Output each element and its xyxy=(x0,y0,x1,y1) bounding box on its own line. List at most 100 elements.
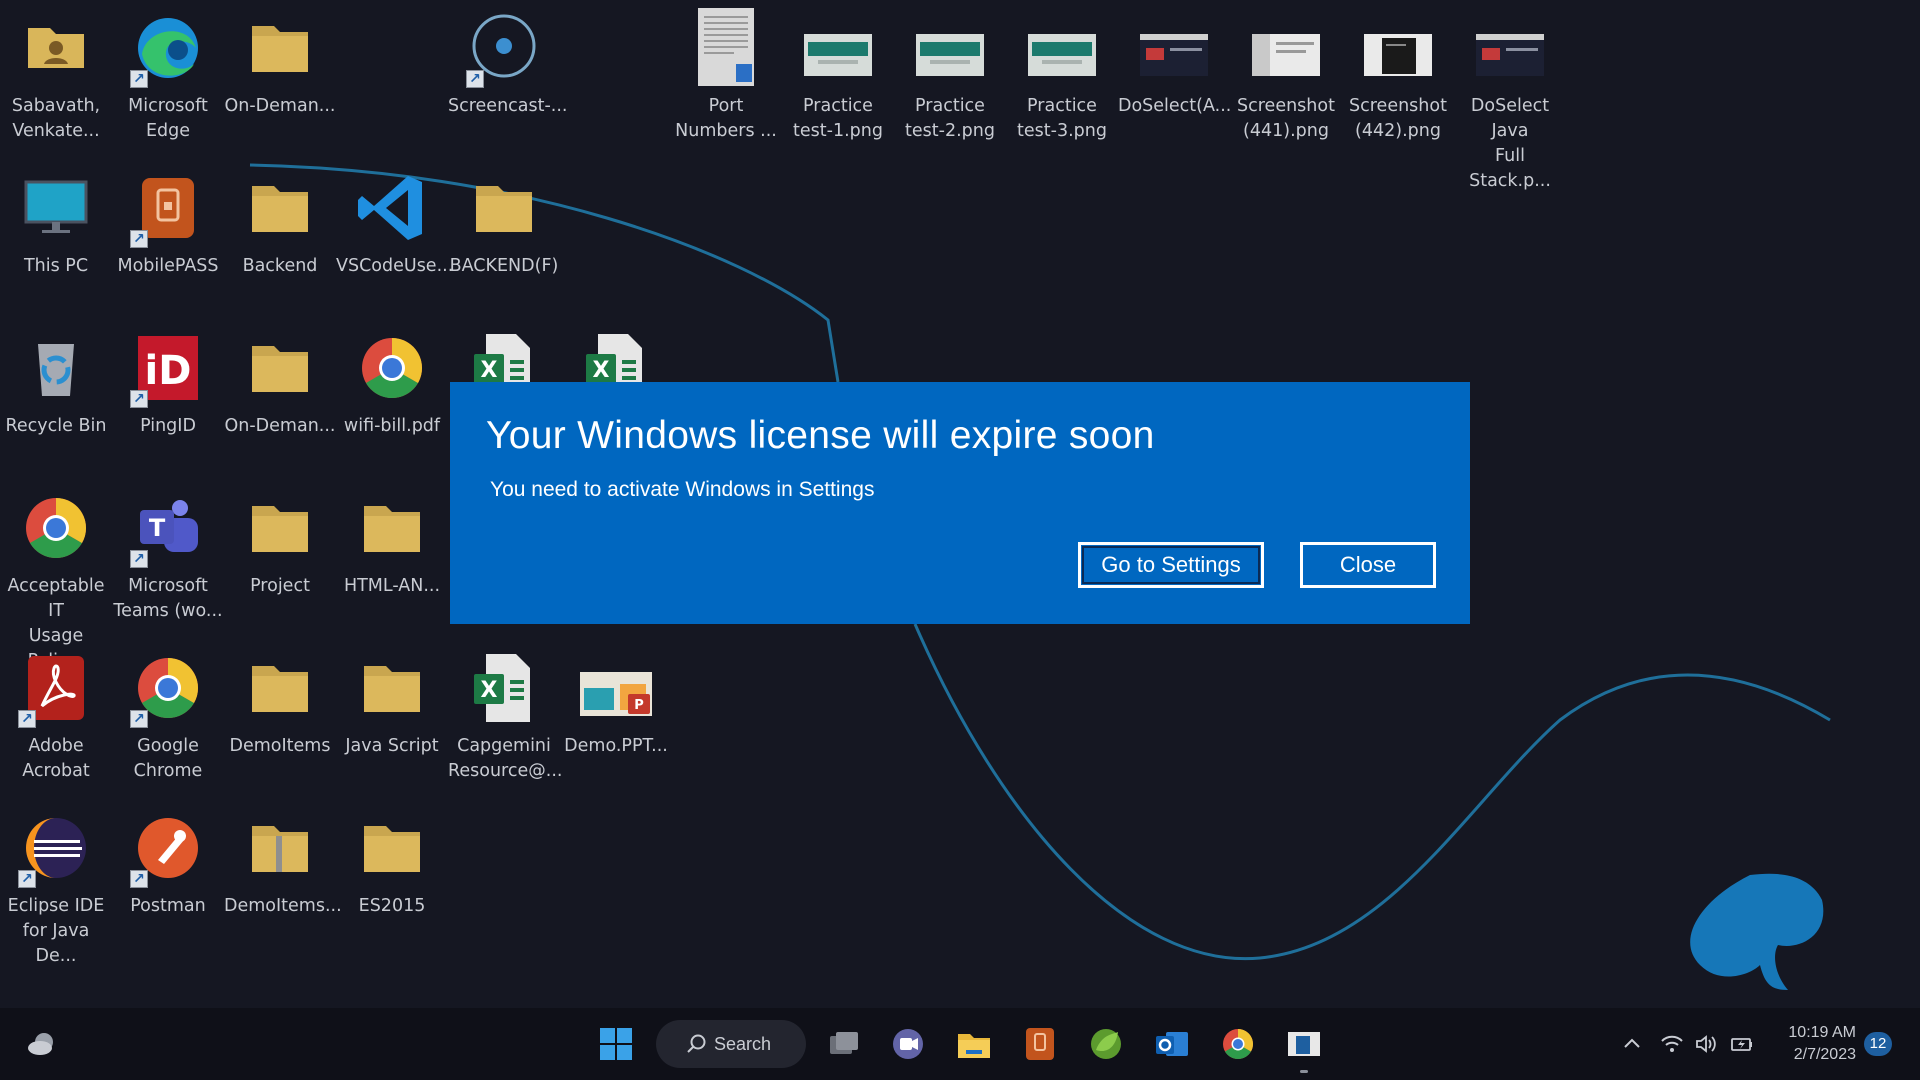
pingid-icon: iD ↗ xyxy=(128,328,208,408)
desktop-icon-vscode[interactable]: VSCodeUse... xyxy=(336,168,453,279)
desktop-icon-demoitems[interactable]: DemoItems xyxy=(224,648,336,759)
desktop-icon-demoitems-zip[interactable]: DemoItems... xyxy=(224,808,342,919)
shortcut-arrow-icon: ↗ xyxy=(130,390,148,408)
desktop-icon-eclipse[interactable]: ↗ Eclipse IDE for Java De... xyxy=(0,808,112,969)
taskbar-search[interactable]: Search xyxy=(656,1020,806,1068)
battery-icon[interactable] xyxy=(1730,1032,1754,1056)
image-thumb-icon xyxy=(910,8,990,88)
active-window-icon[interactable] xyxy=(1286,1026,1322,1062)
start-icon[interactable] xyxy=(598,1026,634,1062)
desktop-icon-sabavath[interactable]: Sabavath, Venkate... xyxy=(0,8,112,144)
weather-icon[interactable] xyxy=(24,1026,60,1062)
folder-icon xyxy=(240,488,320,568)
folder-icon xyxy=(240,168,320,248)
spring-tools-icon[interactable] xyxy=(1088,1026,1124,1062)
vscode-icon xyxy=(352,168,432,248)
folder-icon xyxy=(240,8,320,88)
shortcut-arrow-icon: ↗ xyxy=(130,870,148,888)
desktop-icon-javascript[interactable]: Java Script xyxy=(336,648,448,759)
desktop-icon-this-pc[interactable]: This PC xyxy=(0,168,112,279)
teams-chat-icon[interactable] xyxy=(890,1026,926,1062)
shortcut-arrow-icon: ↗ xyxy=(18,870,36,888)
clock-date: 2/7/2023 xyxy=(1793,1046,1856,1063)
folder-icon xyxy=(240,648,320,728)
desktop-icon-adobe[interactable]: ↗ Adobe Acrobat xyxy=(0,648,112,784)
image-thumb-icon xyxy=(798,8,878,88)
acrobat-icon: ↗ xyxy=(16,648,96,728)
desktop-icon-wifi-bill[interactable]: wifi-bill.pdf xyxy=(336,328,448,439)
desktop-icon-demo-ppt[interactable]: P Demo.PPT... xyxy=(560,648,672,759)
svg-text:T: T xyxy=(149,514,166,542)
folder-icon xyxy=(240,328,320,408)
shortcut-arrow-icon: ↗ xyxy=(466,70,484,88)
desktop-icon-pingid[interactable]: iD ↗ PingID xyxy=(112,328,224,439)
svg-text:P: P xyxy=(634,698,644,713)
chevron-up-icon[interactable] xyxy=(1620,1032,1644,1056)
svg-text:X: X xyxy=(593,358,610,383)
desktop-icon-backend-f[interactable]: BACKEND(F) xyxy=(448,168,560,279)
folder-icon xyxy=(352,648,432,728)
volume-icon[interactable] xyxy=(1694,1032,1718,1056)
chrome-icon: ↗ xyxy=(128,648,208,728)
clock[interactable]: 10:19 AM 2/7/2023 xyxy=(1770,1022,1856,1066)
desktop-icon-project[interactable]: Project xyxy=(224,488,336,599)
shortcut-arrow-icon: ↗ xyxy=(130,70,148,88)
desktop-icon-recycle-bin[interactable]: Recycle Bin xyxy=(0,328,112,439)
svg-text:X: X xyxy=(481,678,498,703)
folder-icon xyxy=(352,488,432,568)
screencast-icon: ↗ xyxy=(464,8,544,88)
desktop-icon-backend[interactable]: Backend xyxy=(224,168,336,279)
desktop-icon-practice-3[interactable]: Practice test-3.png xyxy=(1006,8,1118,144)
mobilepass-icon: ↗ xyxy=(128,168,208,248)
license-expiry-dialog: Your Windows license will expire soon Yo… xyxy=(450,382,1470,624)
postman-icon: ↗ xyxy=(128,808,208,888)
desktop-icon-practice-2[interactable]: Practice test-2.png xyxy=(894,8,1006,144)
outlook-icon[interactable] xyxy=(1154,1026,1190,1062)
shortcut-arrow-icon: ↗ xyxy=(130,550,148,568)
close-button[interactable]: Close xyxy=(1300,542,1436,588)
shortcut-arrow-icon: ↗ xyxy=(130,710,148,728)
desktop-icon-screenshot-442[interactable]: Screenshot (442).png xyxy=(1342,8,1454,144)
desktop-icon-teams[interactable]: T ↗ Microsoft Teams (wo... xyxy=(112,488,224,624)
teams-icon: T ↗ xyxy=(128,488,208,568)
chrome-icon xyxy=(352,328,432,408)
folder-icon xyxy=(352,808,432,888)
desktop-icon-acceptable-it[interactable]: Acceptable IT Usage Polic... xyxy=(0,488,112,674)
mobilepass-icon[interactable] xyxy=(1022,1026,1058,1062)
search-icon xyxy=(687,1034,706,1053)
desktop-icon-port-numbers[interactable]: Port Numbers ... xyxy=(670,8,782,144)
desktop-icon-doselect-a[interactable]: DoSelect(A... xyxy=(1118,8,1231,119)
go-to-settings-button[interactable]: Go to Settings xyxy=(1078,542,1264,588)
edge-icon: ↗ xyxy=(128,8,208,88)
svg-text:iD: iD xyxy=(145,348,192,394)
notification-badge[interactable]: 12 xyxy=(1864,1032,1892,1056)
shortcut-arrow-icon: ↗ xyxy=(130,230,148,248)
dialog-message: You need to activate Windows in Settings xyxy=(490,478,875,501)
desktop-icon-on-demand-2[interactable]: On-Deman... xyxy=(224,328,336,439)
wifi-icon[interactable] xyxy=(1660,1032,1684,1056)
taskbar: Search 10:19 AM 2/7/2023 12 xyxy=(0,1008,1920,1080)
file-explorer-icon[interactable] xyxy=(956,1026,992,1062)
image-thumb-icon xyxy=(1470,8,1550,88)
desktop-icon-doselect-java[interactable]: DoSelect Java Full Stack.p... xyxy=(1454,8,1566,194)
desktop-icon-html-an[interactable]: HTML-AN... xyxy=(336,488,448,599)
recycle-bin-icon xyxy=(16,328,96,408)
desktop-icon-google-chrome[interactable]: ↗ Google Chrome xyxy=(112,648,224,784)
desktop-icon-screenshot-441[interactable]: Screenshot (441).png xyxy=(1230,8,1342,144)
desktop-icon-es2015[interactable]: ES2015 xyxy=(336,808,448,919)
desktop-icon-postman[interactable]: ↗ Postman xyxy=(112,808,224,919)
search-label: Search xyxy=(714,1033,772,1054)
desktop-icon-screencast[interactable]: ↗ Screencast-... xyxy=(448,8,568,119)
chrome-icon[interactable] xyxy=(1220,1026,1256,1062)
desktop-icon-capgemini[interactable]: X Capgemini Resource@... xyxy=(448,648,562,784)
desktop-icon-on-demand-1[interactable]: On-Deman... xyxy=(224,8,336,119)
desktop-icon-edge[interactable]: ↗ Microsoft Edge xyxy=(112,8,224,144)
monitor-icon xyxy=(16,168,96,248)
excel-icon: X xyxy=(464,648,544,728)
active-app-indicator xyxy=(1300,1070,1308,1073)
desktop-icon-mobilepass[interactable]: ↗ MobilePASS xyxy=(112,168,224,279)
folder-icon xyxy=(464,168,544,248)
task-view-icon[interactable] xyxy=(826,1026,862,1062)
svg-text:X: X xyxy=(481,358,498,383)
desktop-icon-practice-1[interactable]: Practice test-1.png xyxy=(782,8,894,144)
